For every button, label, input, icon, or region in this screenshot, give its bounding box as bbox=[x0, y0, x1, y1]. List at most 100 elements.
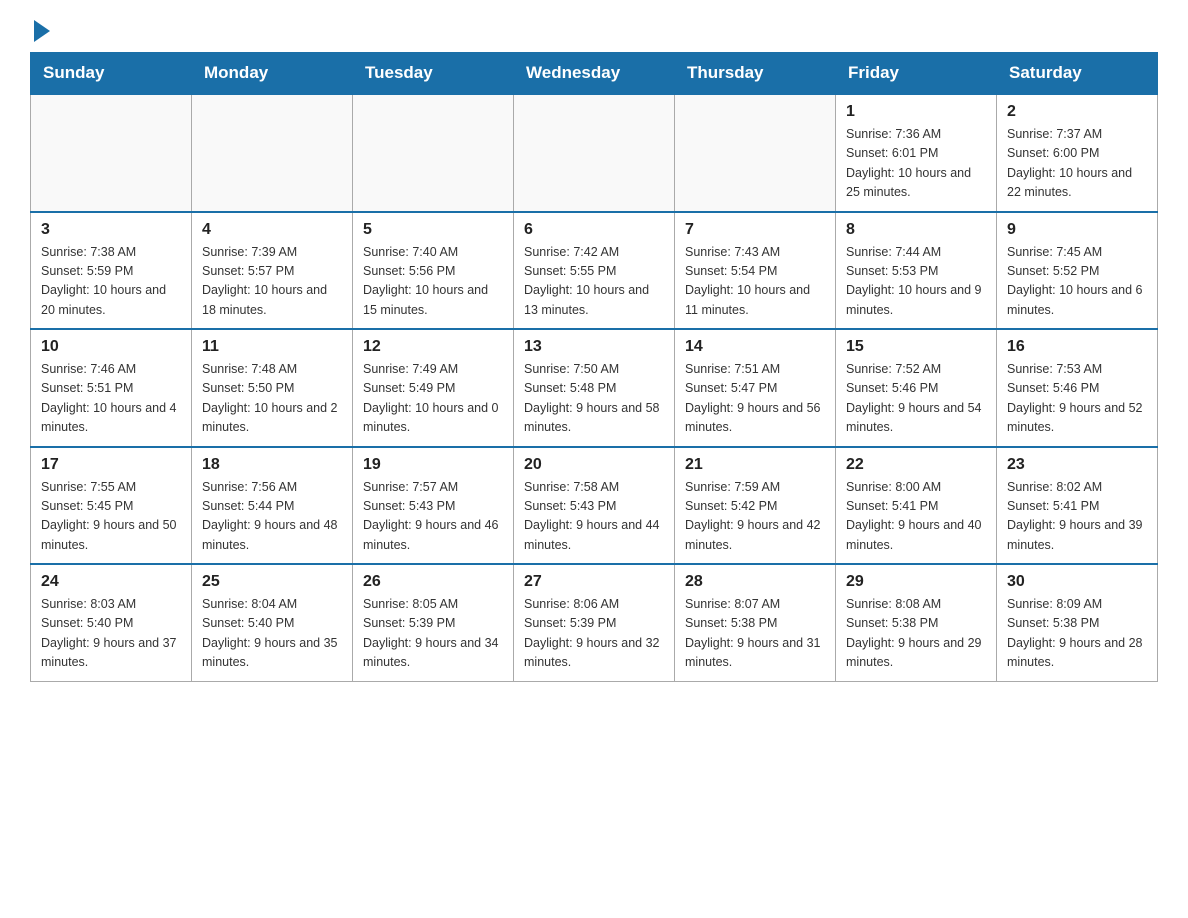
logo bbox=[30, 20, 50, 42]
day-number: 18 bbox=[202, 456, 342, 474]
day-number: 1 bbox=[846, 103, 986, 121]
sun-info: Sunrise: 7:44 AMSunset: 5:53 PMDaylight:… bbox=[846, 243, 986, 321]
sun-info: Sunrise: 7:53 AMSunset: 5:46 PMDaylight:… bbox=[1007, 360, 1147, 438]
sun-info: Sunrise: 7:49 AMSunset: 5:49 PMDaylight:… bbox=[363, 360, 503, 438]
calendar-cell: 7Sunrise: 7:43 AMSunset: 5:54 PMDaylight… bbox=[675, 212, 836, 330]
day-number: 30 bbox=[1007, 573, 1147, 591]
day-number: 25 bbox=[202, 573, 342, 591]
sun-info: Sunrise: 7:59 AMSunset: 5:42 PMDaylight:… bbox=[685, 478, 825, 556]
calendar-week-row: 10 Sunrise: 7:46 AMSunset: 5:51 PMDayligh… bbox=[31, 329, 1158, 447]
calendar-week-row: 3 Sunrise: 7:38 AMSunset: 5:59 PMDaylight… bbox=[31, 212, 1158, 330]
sun-info: Sunrise: 7:42 AMSunset: 5:55 PMDaylight:… bbox=[524, 243, 664, 321]
calendar-cell: 15 Sunrise: 7:52 AMSunset: 5:46 PMDayligh… bbox=[836, 329, 997, 447]
calendar-cell: 2Sunrise: 7:37 AMSunset: 6:00 PMDaylight… bbox=[997, 94, 1158, 212]
day-number: 6 bbox=[524, 221, 664, 239]
calendar-cell: 16 Sunrise: 7:53 AMSunset: 5:46 PMDayligh… bbox=[997, 329, 1158, 447]
sun-info: Sunrise: 8:03 AMSunset: 5:40 PMDaylight:… bbox=[41, 595, 181, 673]
day-number: 24 bbox=[41, 573, 181, 591]
sun-info: Sunrise: 7:48 AMSunset: 5:50 PMDaylight:… bbox=[202, 360, 342, 438]
sun-info: Sunrise: 8:00 AMSunset: 5:41 PMDaylight:… bbox=[846, 478, 986, 556]
logo-line2 bbox=[30, 20, 50, 42]
day-number: 29 bbox=[846, 573, 986, 591]
sun-info: Sunrise: 7:36 AMSunset: 6:01 PMDaylight:… bbox=[846, 125, 986, 203]
calendar-week-row: 17Sunrise: 7:55 AMSunset: 5:45 PMDayligh… bbox=[31, 447, 1158, 565]
weekday-header-tuesday: Tuesday bbox=[353, 53, 514, 95]
calendar-cell: 18 Sunrise: 7:56 AMSunset: 5:44 PMDayligh… bbox=[192, 447, 353, 565]
day-number: 12 bbox=[363, 338, 503, 356]
calendar-cell: 21 Sunrise: 7:59 AMSunset: 5:42 PMDayligh… bbox=[675, 447, 836, 565]
calendar-cell: 6 Sunrise: 7:42 AMSunset: 5:55 PMDaylight… bbox=[514, 212, 675, 330]
calendar-cell: 30 Sunrise: 8:09 AMSunset: 5:38 PMDayligh… bbox=[997, 564, 1158, 681]
day-number: 10 bbox=[41, 338, 181, 356]
calendar-cell: 28 Sunrise: 8:07 AMSunset: 5:38 PMDayligh… bbox=[675, 564, 836, 681]
day-number: 15 bbox=[846, 338, 986, 356]
calendar-cell: 29 Sunrise: 8:08 AMSunset: 5:38 PMDayligh… bbox=[836, 564, 997, 681]
day-number: 11 bbox=[202, 338, 342, 356]
weekday-header-saturday: Saturday bbox=[997, 53, 1158, 95]
calendar-cell: 22 Sunrise: 8:00 AMSunset: 5:41 PMDayligh… bbox=[836, 447, 997, 565]
day-number: 2 bbox=[1007, 103, 1147, 121]
calendar-cell: 23 Sunrise: 8:02 AMSunset: 5:41 PMDayligh… bbox=[997, 447, 1158, 565]
weekday-header-monday: Monday bbox=[192, 53, 353, 95]
sun-info: Sunrise: 8:09 AMSunset: 5:38 PMDaylight:… bbox=[1007, 595, 1147, 673]
day-number: 7 bbox=[685, 221, 825, 239]
calendar-cell: 19 Sunrise: 7:57 AMSunset: 5:43 PMDayligh… bbox=[353, 447, 514, 565]
weekday-header-friday: Friday bbox=[836, 53, 997, 95]
sun-info: Sunrise: 7:50 AMSunset: 5:48 PMDaylight:… bbox=[524, 360, 664, 438]
sun-info: Sunrise: 7:52 AMSunset: 5:46 PMDaylight:… bbox=[846, 360, 986, 438]
calendar-cell: 9 Sunrise: 7:45 AMSunset: 5:52 PMDaylight… bbox=[997, 212, 1158, 330]
day-number: 4 bbox=[202, 221, 342, 239]
weekday-header-thursday: Thursday bbox=[675, 53, 836, 95]
day-number: 22 bbox=[846, 456, 986, 474]
sun-info: Sunrise: 8:06 AMSunset: 5:39 PMDaylight:… bbox=[524, 595, 664, 673]
sun-info: Sunrise: 7:56 AMSunset: 5:44 PMDaylight:… bbox=[202, 478, 342, 556]
calendar-cell: 12 Sunrise: 7:49 AMSunset: 5:49 PMDayligh… bbox=[353, 329, 514, 447]
day-number: 20 bbox=[524, 456, 664, 474]
day-number: 19 bbox=[363, 456, 503, 474]
sun-info: Sunrise: 7:51 AMSunset: 5:47 PMDaylight:… bbox=[685, 360, 825, 438]
sun-info: Sunrise: 8:05 AMSunset: 5:39 PMDaylight:… bbox=[363, 595, 503, 673]
sun-info: Sunrise: 7:45 AMSunset: 5:52 PMDaylight:… bbox=[1007, 243, 1147, 321]
calendar-cell: 27 Sunrise: 8:06 AMSunset: 5:39 PMDayligh… bbox=[514, 564, 675, 681]
day-number: 8 bbox=[846, 221, 986, 239]
sun-info: Sunrise: 7:46 AMSunset: 5:51 PMDaylight:… bbox=[41, 360, 181, 438]
day-number: 16 bbox=[1007, 338, 1147, 356]
sun-info: Sunrise: 7:57 AMSunset: 5:43 PMDaylight:… bbox=[363, 478, 503, 556]
day-number: 27 bbox=[524, 573, 664, 591]
calendar-cell: 1 Sunrise: 7:36 AMSunset: 6:01 PMDaylight… bbox=[836, 94, 997, 212]
day-number: 23 bbox=[1007, 456, 1147, 474]
sun-info: Sunrise: 7:38 AMSunset: 5:59 PMDaylight:… bbox=[41, 243, 181, 321]
sun-info: Sunrise: 8:08 AMSunset: 5:38 PMDaylight:… bbox=[846, 595, 986, 673]
sun-info: Sunrise: 8:02 AMSunset: 5:41 PMDaylight:… bbox=[1007, 478, 1147, 556]
sun-info: Sunrise: 8:07 AMSunset: 5:38 PMDaylight:… bbox=[685, 595, 825, 673]
calendar-cell: 25 Sunrise: 8:04 AMSunset: 5:40 PMDayligh… bbox=[192, 564, 353, 681]
calendar-cell: 24 Sunrise: 8:03 AMSunset: 5:40 PMDayligh… bbox=[31, 564, 192, 681]
day-number: 28 bbox=[685, 573, 825, 591]
calendar-cell bbox=[675, 94, 836, 212]
day-number: 3 bbox=[41, 221, 181, 239]
day-number: 5 bbox=[363, 221, 503, 239]
sun-info: Sunrise: 8:04 AMSunset: 5:40 PMDaylight:… bbox=[202, 595, 342, 673]
calendar-header-row: SundayMondayTuesdayWednesdayThursdayFrid… bbox=[31, 53, 1158, 95]
weekday-header-sunday: Sunday bbox=[31, 53, 192, 95]
day-number: 26 bbox=[363, 573, 503, 591]
calendar-week-row: 24 Sunrise: 8:03 AMSunset: 5:40 PMDayligh… bbox=[31, 564, 1158, 681]
calendar-cell: 3 Sunrise: 7:38 AMSunset: 5:59 PMDaylight… bbox=[31, 212, 192, 330]
calendar-table: SundayMondayTuesdayWednesdayThursdayFrid… bbox=[30, 52, 1158, 682]
calendar-cell: 14 Sunrise: 7:51 AMSunset: 5:47 PMDayligh… bbox=[675, 329, 836, 447]
calendar-cell: 5Sunrise: 7:40 AMSunset: 5:56 PMDaylight… bbox=[353, 212, 514, 330]
calendar-cell bbox=[31, 94, 192, 212]
day-number: 21 bbox=[685, 456, 825, 474]
weekday-header-wednesday: Wednesday bbox=[514, 53, 675, 95]
logo-arrow-icon bbox=[34, 20, 50, 42]
calendar-cell: 17Sunrise: 7:55 AMSunset: 5:45 PMDayligh… bbox=[31, 447, 192, 565]
calendar-cell: 13Sunrise: 7:50 AMSunset: 5:48 PMDayligh… bbox=[514, 329, 675, 447]
sun-info: Sunrise: 7:55 AMSunset: 5:45 PMDaylight:… bbox=[41, 478, 181, 556]
sun-info: Sunrise: 7:39 AMSunset: 5:57 PMDaylight:… bbox=[202, 243, 342, 321]
page-header bbox=[30, 20, 1158, 42]
calendar-cell: 20Sunrise: 7:58 AMSunset: 5:43 PMDayligh… bbox=[514, 447, 675, 565]
calendar-cell bbox=[192, 94, 353, 212]
calendar-cell: 10 Sunrise: 7:46 AMSunset: 5:51 PMDayligh… bbox=[31, 329, 192, 447]
day-number: 14 bbox=[685, 338, 825, 356]
day-number: 9 bbox=[1007, 221, 1147, 239]
